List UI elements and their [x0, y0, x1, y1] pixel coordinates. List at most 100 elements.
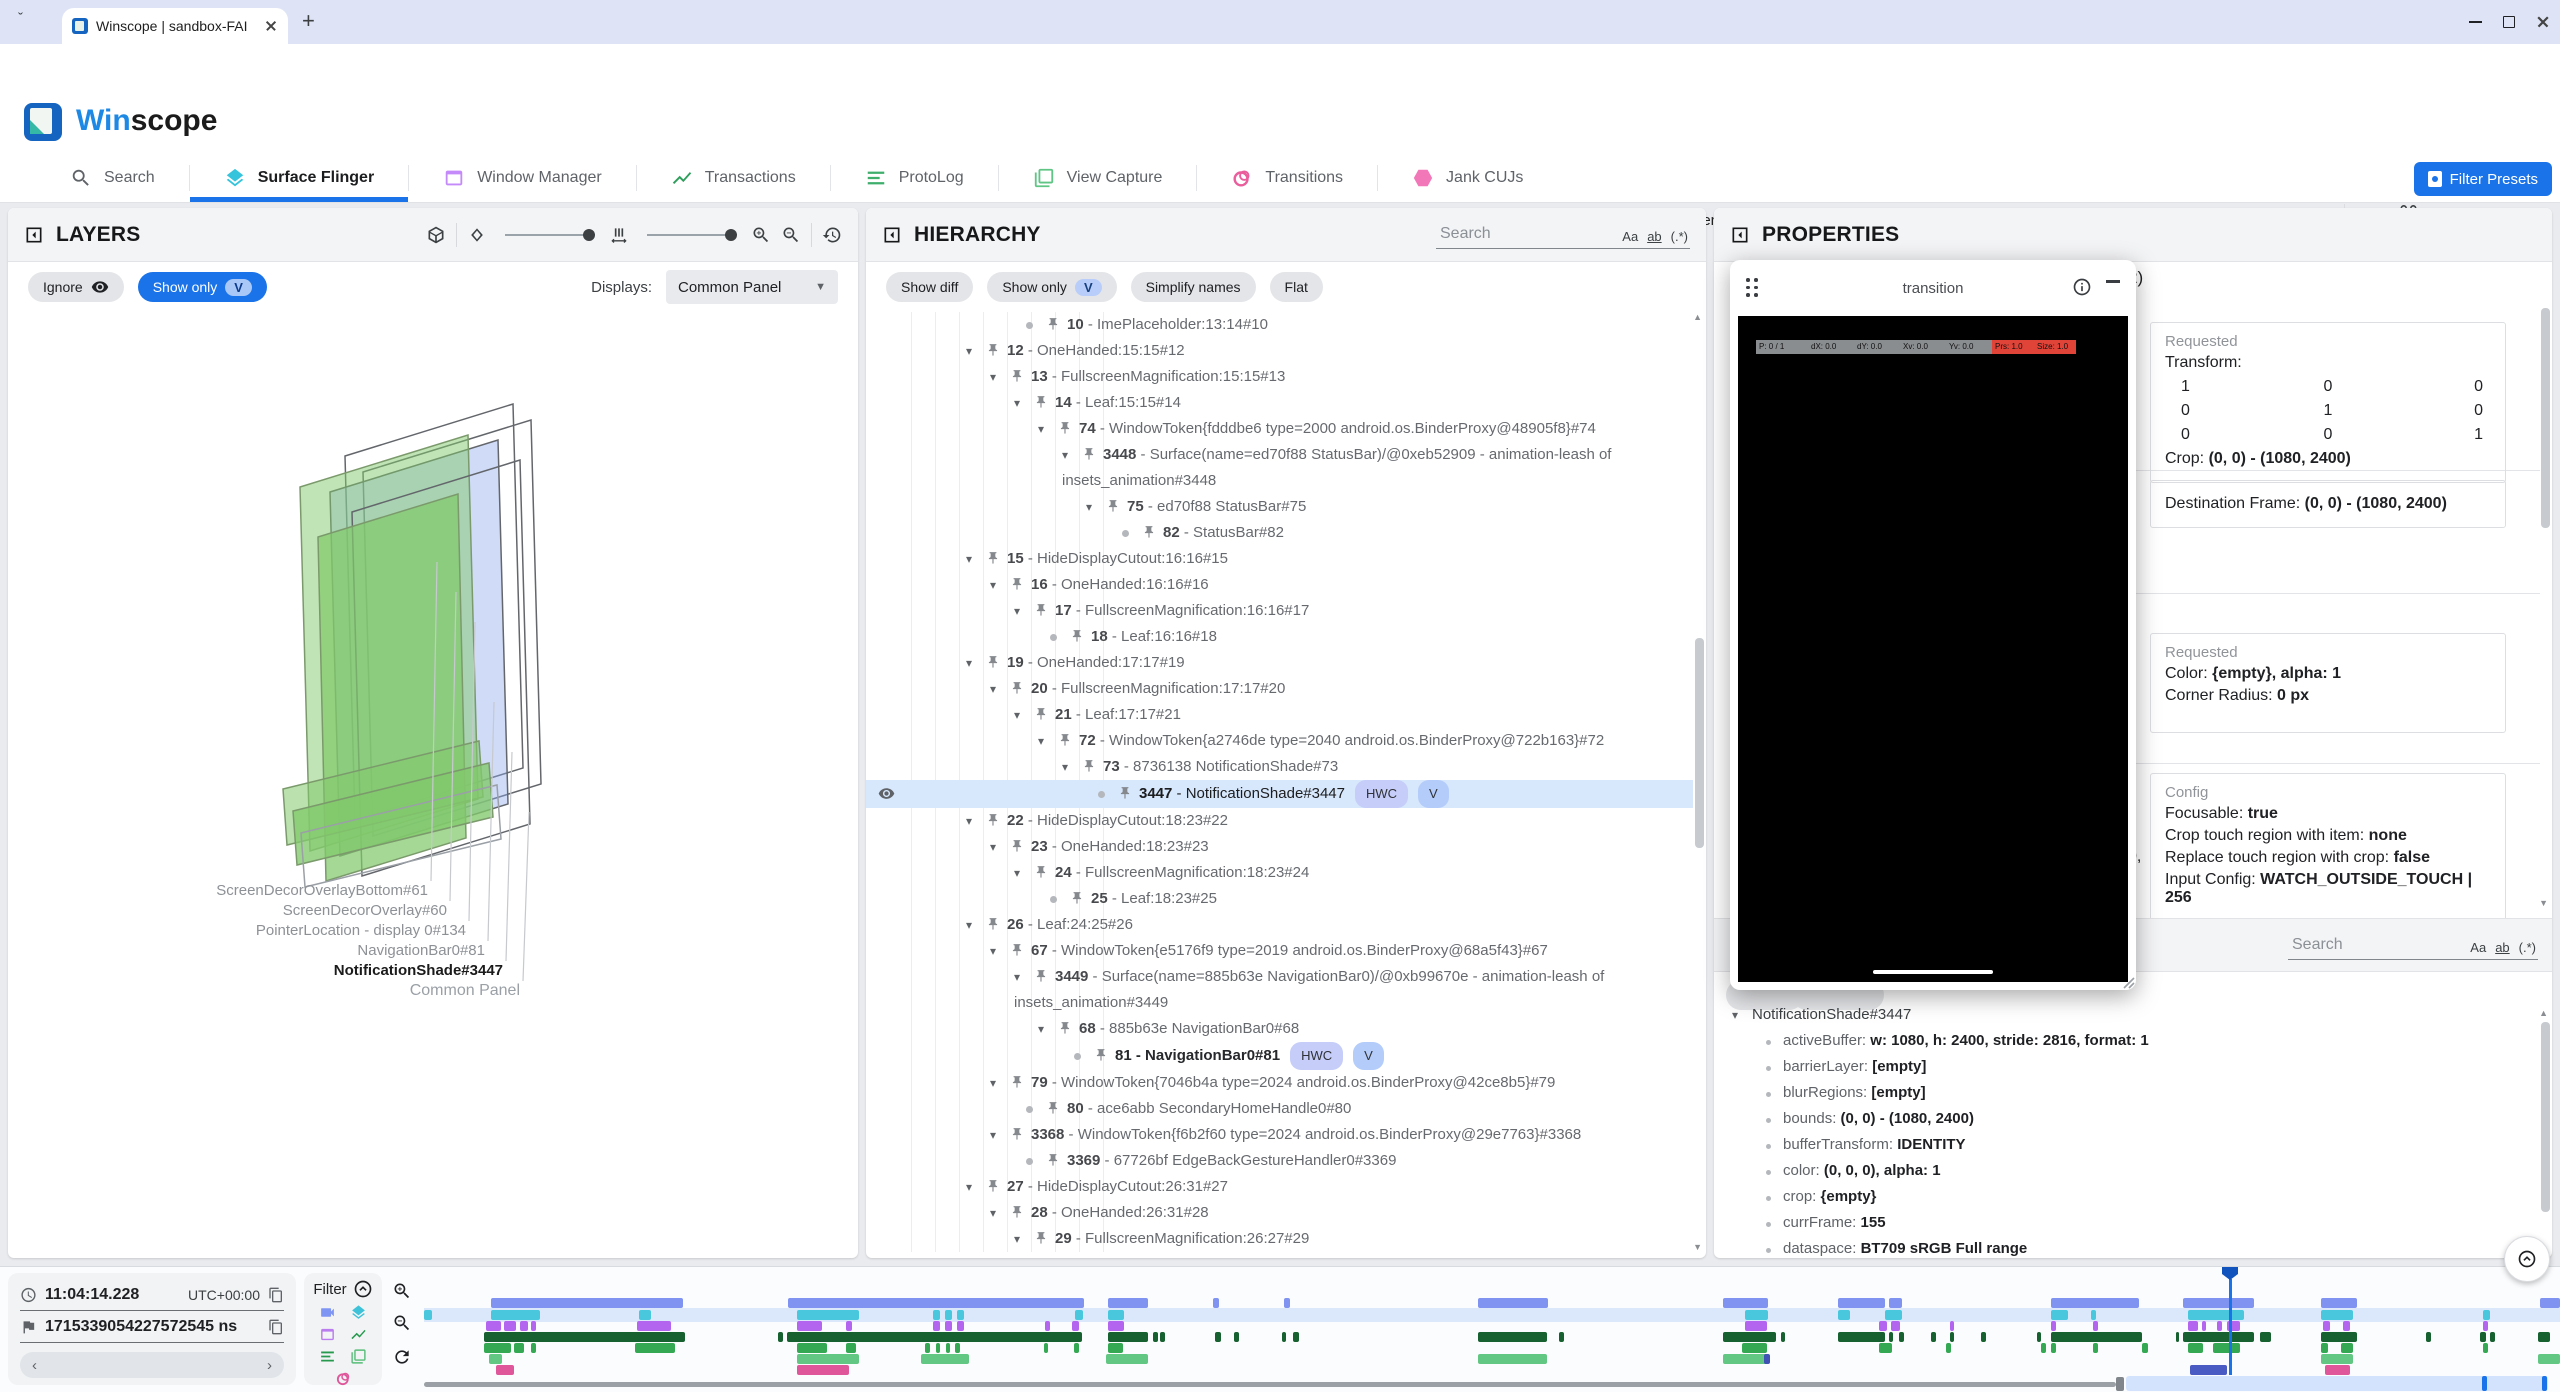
property-bounds[interactable]: bounds: (0, 0) - (1080, 2400) — [1714, 1106, 2539, 1132]
zoom-in-icon[interactable] — [751, 225, 771, 245]
properties-search-input[interactable] — [2290, 935, 2414, 955]
trace-entry-transactions[interactable] — [1781, 1332, 1785, 1342]
tree-node-79[interactable]: ▾79 - WindowToken{7046b4a type=2024 andr… — [866, 1070, 1693, 1096]
tab-surface-flinger[interactable]: Surface Flinger — [190, 154, 408, 202]
trace-entry-transactions[interactable] — [787, 1332, 1082, 1342]
trace-entry-transactions[interactable] — [1478, 1332, 1547, 1342]
trace-entry-window-manager[interactable] — [504, 1321, 516, 1331]
pin-icon[interactable] — [1010, 943, 1024, 957]
trace-entry-window-manager[interactable] — [486, 1321, 501, 1331]
trace-entry-surface-flinger[interactable] — [2051, 1310, 2068, 1320]
tree-node-74[interactable]: ▾74 - WindowToken{fdddbe6 type=2000 andr… — [866, 416, 1693, 442]
trace-entry-transactions[interactable] — [2426, 1332, 2431, 1342]
trace-entry-protolog[interactable] — [1946, 1343, 1951, 1353]
window-restore-button[interactable] — [2494, 12, 2524, 32]
hierarchy-scrollbar[interactable]: ▲ ▼ — [1695, 312, 1704, 1252]
tree-node-27[interactable]: ▾27 - HideDisplayCutout:26:31#27 — [866, 1174, 1693, 1200]
trace-entry-protolog[interactable] — [946, 1343, 950, 1353]
trace-entry-surface-flinger[interactable] — [945, 1310, 952, 1320]
trace-entry-surface-flinger[interactable] — [2188, 1310, 2244, 1320]
expand-chevron-icon[interactable]: ▾ — [1014, 860, 1034, 886]
trace-entry-surface-flinger[interactable] — [2483, 1310, 2490, 1320]
timeline-scrollbar[interactable] — [424, 1382, 2116, 1387]
trace-entry-screen-recording[interactable] — [1723, 1298, 1768, 1308]
trace-entry-screen-recording[interactable] — [2540, 1298, 2560, 1308]
tree-node-13[interactable]: ▾13 - FullscreenMagnification:15:15#13 — [866, 364, 1693, 390]
tree-node-20[interactable]: ▾20 - FullscreenMagnification:17:17#20 — [866, 676, 1693, 702]
tab-protolog[interactable]: ProtoLog — [831, 154, 998, 202]
trace-entry-transactions[interactable] — [2051, 1332, 2142, 1342]
pin-icon[interactable] — [1118, 786, 1132, 800]
trace-entry-surface-flinger[interactable] — [933, 1310, 940, 1320]
trace-entry-window-manager[interactable] — [2483, 1321, 2488, 1331]
match-word-toggle[interactable]: ab — [1647, 229, 1661, 244]
trace-entry-surface-flinger[interactable] — [2091, 1310, 2096, 1320]
trace-entry-view-capture[interactable] — [797, 1354, 859, 1364]
pin-icon[interactable] — [1058, 421, 1072, 435]
pin-icon[interactable] — [1010, 839, 1024, 853]
tree-node-26[interactable]: ▾26 - Leaf:24:25#26 — [866, 912, 1693, 938]
trace-entry-window-manager[interactable] — [520, 1321, 528, 1331]
properties-scrollbar[interactable]: ▼ — [2541, 268, 2550, 908]
trace-entry-window-manager[interactable] — [2217, 1321, 2222, 1331]
trace-entry-screen-recording[interactable] — [788, 1298, 1084, 1308]
trace-entry-window-manager[interactable] — [1745, 1321, 1767, 1331]
layers-3d-canvas[interactable]: ScreenDecorOverlayBottom#61 ScreenDecorOv… — [8, 312, 858, 1258]
pin-icon[interactable] — [986, 655, 1000, 669]
trace-entry-transactions[interactable] — [1282, 1332, 1286, 1342]
tree-node-3368[interactable]: ▾3368 - WindowToken{f6b2f60 type=2024 an… — [866, 1122, 1693, 1148]
property-blurRegions[interactable]: blurRegions: [empty] — [1714, 1080, 2539, 1106]
expand-chevron-icon[interactable]: ▾ — [1014, 1226, 1034, 1252]
tree-node-3447[interactable]: 3447 - NotificationShade#3447HWCV — [866, 780, 1693, 808]
trace-entry-screen-recording[interactable] — [1284, 1298, 1290, 1308]
trace-entry[interactable] — [1764, 1354, 1770, 1364]
spacing-slider[interactable] — [647, 234, 733, 236]
expand-chevron-icon[interactable]: ▾ — [990, 938, 1010, 964]
match-word-toggle[interactable]: ab — [2495, 940, 2509, 955]
trace-entry-window-manager[interactable] — [1950, 1321, 1954, 1331]
pin-icon[interactable] — [986, 551, 1000, 565]
tree-node-22[interactable]: ▾22 - HideDisplayCutout:18:23#22 — [866, 808, 1693, 834]
pin-icon[interactable] — [1046, 1101, 1060, 1115]
layer-label[interactable]: PointerLocation - display 0#134 — [8, 922, 466, 939]
expand-chevron-icon[interactable]: ▾ — [1062, 754, 1082, 780]
trace-entry-protolog[interactable] — [936, 1343, 940, 1353]
tree-node-28[interactable]: ▾28 - OneHanded:26:31#28 — [866, 1200, 1693, 1226]
pin-icon[interactable] — [1070, 629, 1084, 643]
trace-entry-transactions[interactable] — [1215, 1332, 1221, 1342]
trace-entry-protolog[interactable] — [635, 1343, 675, 1353]
expand-chevron-icon[interactable]: ▾ — [1038, 1016, 1058, 1042]
tree-node-81[interactable]: 81 - NavigationBar0#81HWCV — [866, 1042, 1693, 1070]
expand-chevron-icon[interactable]: ▾ — [1014, 964, 1034, 990]
property-bufferTransform[interactable]: bufferTransform: IDENTITY — [1714, 1132, 2539, 1158]
minimize-view-icon[interactable] — [2106, 280, 2120, 283]
pin-icon[interactable] — [1010, 1127, 1024, 1141]
trace-entry-transactions[interactable] — [2183, 1332, 2254, 1342]
tree-node-19[interactable]: ▾19 - OneHanded:17:17#19 — [866, 650, 1693, 676]
pin-icon[interactable] — [1142, 525, 1156, 539]
trace-entry-window-manager[interactable] — [2188, 1321, 2198, 1331]
layer-label[interactable]: ScreenDecorOverlay#60 — [8, 902, 447, 919]
trace-entry-protolog[interactable] — [2093, 1343, 2098, 1353]
pin-icon[interactable] — [1094, 1048, 1108, 1062]
pin-icon[interactable] — [1046, 317, 1060, 331]
tree-node-68[interactable]: ▾68 - 885b63e NavigationBar0#68 — [866, 1016, 1693, 1042]
tab-close-icon[interactable] — [264, 19, 278, 33]
tree-node-16[interactable]: ▾16 - OneHanded:16:16#16 — [866, 572, 1693, 598]
trace-entry-window-manager[interactable] — [933, 1321, 940, 1331]
expand-chevron-icon[interactable]: ▾ — [966, 912, 986, 938]
trace-entry-transactions[interactable] — [1559, 1332, 1564, 1342]
trace-entry-protolog[interactable] — [1044, 1343, 1048, 1353]
trace-entry-surface-flinger[interactable] — [1885, 1310, 1902, 1320]
trace-entry-protolog[interactable] — [955, 1343, 960, 1353]
trace-entry-view-capture[interactable] — [489, 1354, 502, 1364]
pin-icon[interactable] — [1034, 603, 1048, 617]
layer-label[interactable]: ScreenDecorOverlayBottom#61 — [8, 882, 428, 899]
pin-icon[interactable] — [1010, 681, 1024, 695]
tree-node-24[interactable]: ▾24 - FullscreenMagnification:18:23#24 — [866, 860, 1693, 886]
trace-entry-surface-flinger[interactable] — [957, 1310, 964, 1320]
trace-entry-view-capture[interactable] — [2538, 1354, 2560, 1364]
trace-entry-screen-recording[interactable] — [2051, 1298, 2139, 1308]
pin-icon[interactable] — [1034, 395, 1048, 409]
timeline-cursor[interactable] — [2229, 1279, 2232, 1375]
